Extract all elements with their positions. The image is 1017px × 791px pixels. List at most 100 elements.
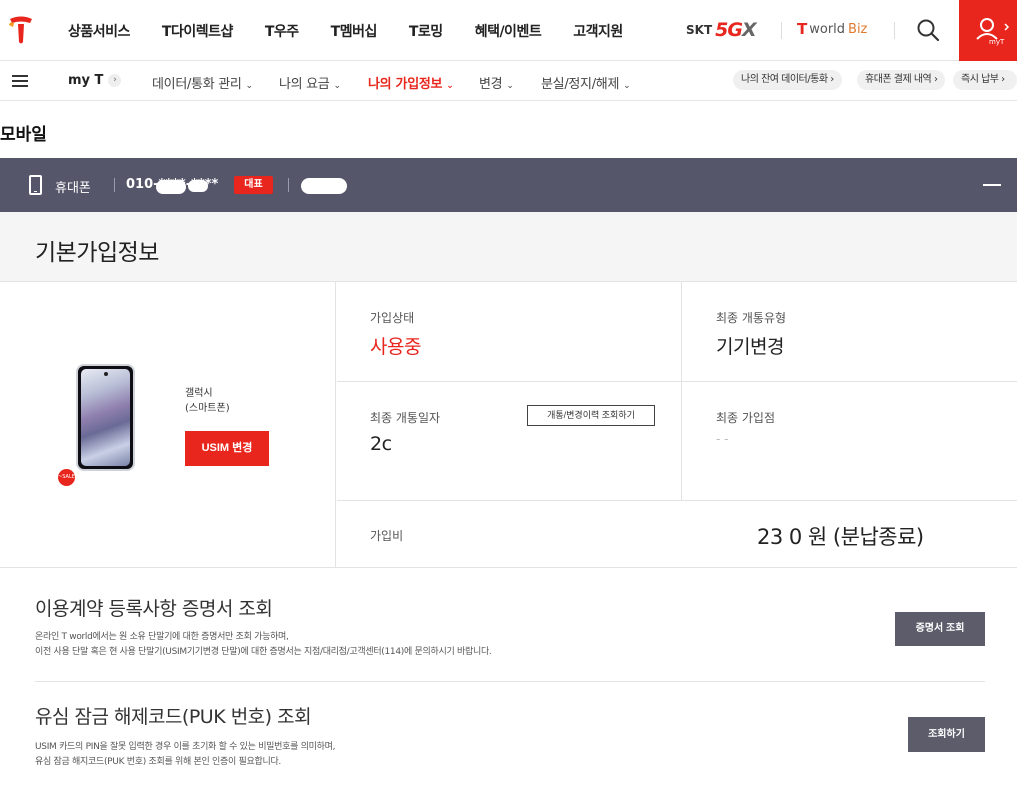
subnav-lost-suspend-label: 분실/정지/해제	[541, 77, 620, 92]
device-screen	[81, 369, 130, 466]
chevron-down-icon: ⌄	[623, 81, 631, 91]
divider	[894, 22, 895, 39]
camera-dot	[104, 372, 108, 376]
search-icon[interactable]	[914, 16, 942, 44]
chevron-down-icon: ⌄	[506, 81, 514, 91]
activation-type-cell: 최종 개통유형 기기변경	[682, 282, 1017, 382]
subnav-data-call[interactable]: 데이터/통화 관리 ⌄	[152, 73, 253, 92]
representative-badge: 대표	[234, 176, 273, 194]
activation-date-cell: 최종 개통일자 2c	[337, 382, 681, 501]
store-label: 최종 가입점	[716, 411, 776, 425]
main-menu: 상품서비스 T다이렉트샵 T우주 T멤버십 T로밍 혜택/이벤트 고객지원	[52, 0, 639, 61]
fee-cell: 가입비 23 0 원 (분납종료)	[337, 501, 1017, 568]
device-model-name: 갤럭시	[185, 388, 213, 399]
redaction-mask	[156, 180, 186, 194]
fee-label: 가입비	[370, 529, 404, 543]
world-biz-logo[interactable]: T world Biz	[797, 20, 867, 38]
puk-desc-line2: 유심 잠금 해지코드(PUK 번호) 조회를 위해 본인 인증이 필요합니다.	[35, 757, 281, 767]
store-cell: 최종 가입점 - -	[682, 382, 1017, 501]
basic-info-title: 기본가입정보	[35, 240, 159, 266]
fee-value: 23 0 원 (분납종료)	[757, 525, 924, 549]
my-t-label: myT	[989, 38, 1005, 46]
worldbiz-world: world	[809, 21, 846, 37]
x-label: X	[741, 19, 757, 41]
subnav-my-fee[interactable]: 나의 요금 ⌄	[279, 73, 341, 92]
menu-t-roaming[interactable]: T로밍	[393, 21, 459, 41]
certificate-view-button[interactable]: 증명서 조회	[895, 612, 985, 646]
status-value: 사용중	[370, 336, 421, 358]
mobile-phone-icon	[29, 175, 42, 195]
usim-change-button[interactable]: USIM 변경	[185, 431, 269, 466]
quick-phone-payment-label: 휴대폰 결제 내역	[865, 74, 932, 85]
quick-remaining-data[interactable]: 나의 잔여 데이터/통화 ›	[733, 70, 842, 90]
redaction-mask	[301, 178, 347, 194]
menu-t-direct-shop[interactable]: T다이렉트샵	[146, 21, 249, 41]
puk-view-button[interactable]: 조회하기	[908, 717, 985, 752]
activation-type-value: 기기변경	[716, 336, 784, 358]
quick-instant-pay-label: 즉시 납부	[961, 74, 999, 85]
menu-products[interactable]: 상품서비스	[52, 21, 146, 41]
sale-badge: ~SALE	[58, 469, 75, 486]
chevron-down-icon: ⌄	[333, 81, 341, 91]
line-selector-bar[interactable]: 휴대폰 010-****-**** 대표	[0, 158, 1017, 212]
divider	[288, 178, 289, 192]
collapse-icon[interactable]	[983, 184, 1001, 186]
device-model-type: (스마트폰)	[185, 403, 230, 414]
redaction-mask	[393, 434, 457, 456]
chevron-right-icon: ›	[108, 74, 122, 87]
user-icon	[976, 18, 1010, 40]
subnav-my-subscription[interactable]: 나의 가입정보 ⌄	[368, 73, 454, 92]
quick-instant-pay[interactable]: 즉시 납부 ›	[953, 70, 1017, 90]
chevron-down-icon: ⌄	[245, 81, 254, 91]
basic-info-header: 기본가입정보	[0, 212, 1017, 282]
divider	[114, 178, 115, 192]
menu-t-universe[interactable]: T우주	[249, 21, 315, 41]
skt-label: SKT	[686, 23, 713, 37]
device-cell: 갤럭시 (스마트폰) USIM 변경	[0, 282, 336, 568]
menu-benefits-events[interactable]: 혜택/이벤트	[459, 21, 558, 41]
page-title: 모바일	[0, 125, 47, 145]
certificate-desc-line2: 이전 사용 단말 혹은 현 사용 단말기(USIM기기변경 단말)에 대한 증명…	[35, 647, 492, 657]
my-t-link-label: my T	[68, 73, 104, 88]
subnav-my-subscription-label: 나의 가입정보	[368, 77, 443, 92]
puk-desc-line1: USIM 카드의 PIN을 잘못 입력한 경우 이를 초기화 할 수 있는 비밀…	[35, 742, 336, 752]
top-navigation: 상품서비스 T다이렉트샵 T우주 T멤버십 T로밍 혜택/이벤트 고객지원 SK…	[0, 0, 1017, 61]
quick-remaining-data-label: 나의 잔여 데이터/통화	[741, 74, 828, 85]
chevron-down-icon: ⌄	[446, 81, 454, 91]
worldbiz-t: T	[797, 20, 808, 38]
subnav-lost-suspend[interactable]: 분실/정지/해제 ⌄	[541, 73, 631, 92]
worldbiz-biz: Biz	[848, 21, 868, 37]
sub-navigation: my T › 데이터/통화 관리 ⌄ 나의 요금 ⌄ 나의 가입정보 ⌄ 변경 ⌄ 분실…	[0, 61, 1017, 101]
puk-title: 유심 잠금 해제코드(PUK 번호) 조회	[35, 706, 312, 728]
menu-t-membership[interactable]: T멤버십	[315, 21, 393, 41]
status-label: 가입상태	[370, 311, 415, 325]
menu-customer-support[interactable]: 고객지원	[557, 21, 639, 41]
certificate-title: 이용계약 등록사항 증명서 조회	[35, 598, 273, 620]
divider	[781, 22, 782, 39]
puk-desc: USIM 카드의 PIN을 잘못 입력한 경우 이를 초기화 할 수 있는 비밀…	[35, 740, 335, 770]
skt-5gx-logo[interactable]: SKT 5G X	[686, 19, 757, 41]
device-model: 갤럭시 (스마트폰)	[185, 386, 230, 416]
activation-date-label: 최종 개통일자	[370, 411, 441, 425]
device-image	[76, 364, 135, 471]
subnav-change-label: 변경	[479, 77, 503, 92]
subnav-data-call-label: 데이터/통화 관리	[152, 77, 242, 92]
store-value: - -	[716, 432, 729, 446]
activation-date-value: 2c	[370, 433, 392, 455]
certificate-desc-line1: 온라인 T world에서는 원 소유 단말기에 대한 증명서만 조회 가능하며…	[35, 632, 289, 642]
activation-type-label: 최종 개통유형	[716, 311, 787, 325]
quick-phone-payment[interactable]: 휴대폰 결제 내역 ›	[857, 70, 946, 90]
certificate-section: 이용계약 등록사항 증명서 조회 온라인 T world에서는 원 소유 단말기…	[0, 568, 1017, 680]
line-type: 휴대폰	[55, 181, 91, 196]
status-cell: 가입상태 사용중	[337, 282, 681, 382]
activation-history-button[interactable]: 개통/변경이력 조회하기	[527, 405, 655, 426]
my-t-button[interactable]: myT	[959, 0, 1017, 61]
t-logo-icon[interactable]	[6, 14, 36, 46]
certificate-desc: 온라인 T world에서는 원 소유 단말기에 대한 증명서만 조회 가능하며…	[35, 630, 492, 660]
five-g-label: 5G	[715, 19, 743, 41]
subscription-info-grid: 갤럭시 (스마트폰) USIM 변경 가입상태 사용중 최종 개통유형 기기변경…	[0, 282, 1017, 568]
hamburger-menu-icon[interactable]	[12, 75, 28, 87]
my-t-link[interactable]: my T ›	[68, 73, 122, 88]
subnav-change[interactable]: 변경 ⌄	[479, 73, 514, 92]
puk-section: 유심 잠금 해제코드(PUK 번호) 조회 USIM 카드의 PIN을 잘못 입…	[0, 682, 1017, 791]
